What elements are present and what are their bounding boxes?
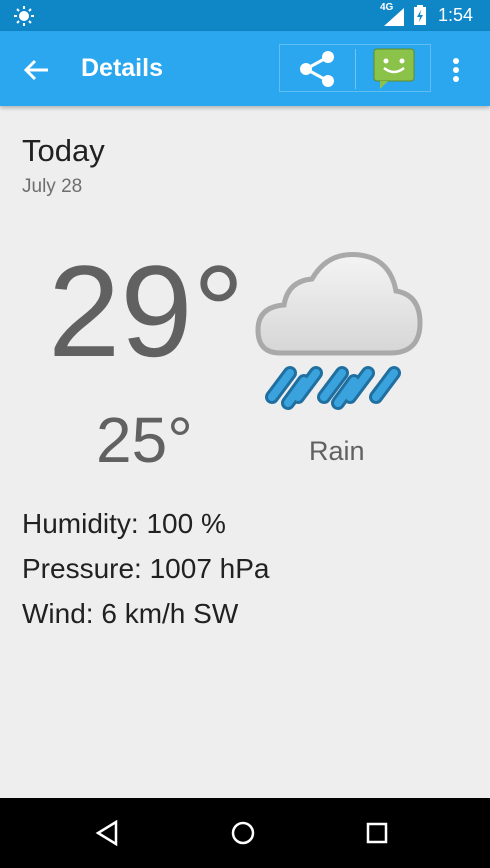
weather-condition: Rain	[309, 436, 365, 466]
pressure-text: Pressure: 1007 hPa	[22, 553, 270, 584]
low-temperature: 25°	[96, 404, 193, 476]
arrow-back-icon[interactable]	[20, 53, 54, 87]
wind-text: Wind: 6 km/h SW	[22, 598, 239, 629]
humidity-text: Humidity: 100 %	[22, 508, 226, 539]
status-bar: 4G 1:54	[0, 0, 490, 31]
weather-notification-icon	[14, 6, 34, 26]
forecast-day: Today	[22, 133, 105, 168]
action-divider	[355, 49, 356, 89]
battery-icon	[414, 5, 426, 25]
more-vert-icon[interactable]	[442, 53, 470, 87]
forecast-date: July 28	[22, 176, 83, 197]
signal-icon	[384, 8, 404, 26]
message-app-icon[interactable]	[360, 45, 426, 95]
nav-home-icon[interactable]	[225, 815, 261, 851]
nav-back-icon[interactable]	[90, 815, 126, 851]
system-nav-bar	[0, 798, 490, 868]
rain-cloud-icon	[255, 252, 423, 410]
page-title: Details	[81, 54, 163, 82]
status-time: 1:54	[438, 5, 474, 25]
app-bar: Details	[0, 31, 490, 106]
high-temperature: 29°	[48, 238, 245, 384]
share-icon[interactable]	[281, 47, 353, 91]
nav-recents-icon[interactable]	[359, 815, 395, 851]
